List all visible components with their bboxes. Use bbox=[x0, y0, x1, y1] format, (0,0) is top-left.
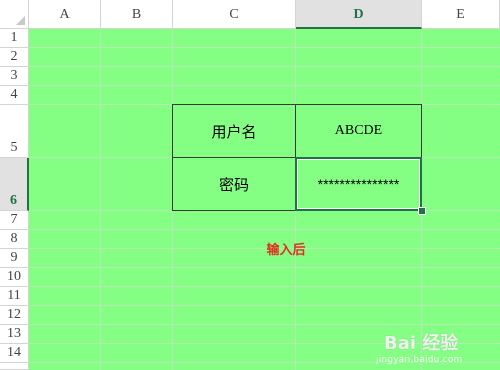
cell-c6-password-label[interactable]: 密码 bbox=[172, 157, 296, 211]
grid-line bbox=[29, 229, 500, 230]
cell-d6-password-value[interactable]: *************** bbox=[295, 157, 422, 211]
grid-line bbox=[100, 29, 101, 370]
row-header-13[interactable]: 13 bbox=[0, 325, 29, 344]
grid-line bbox=[29, 324, 500, 325]
annotation-note: 输入后 bbox=[266, 243, 306, 258]
select-all-triangle-icon bbox=[16, 16, 25, 25]
row-header-14[interactable]: 14 bbox=[0, 344, 29, 363]
watermark: Bai 经验 jingyan.baidu.com bbox=[376, 327, 494, 367]
row-header-5[interactable]: 5 bbox=[0, 105, 29, 158]
row-header-1[interactable]: 1 bbox=[0, 29, 29, 48]
row-header-8[interactable]: 8 bbox=[0, 230, 29, 249]
spreadsheet: A B C D E 1 2 3 4 5 6 7 8 9 10 11 12 13 … bbox=[0, 0, 500, 370]
fill-handle[interactable] bbox=[418, 207, 426, 215]
watermark-logo: Bai 经验 bbox=[384, 333, 459, 354]
watermark-url: jingyan.baidu.com bbox=[376, 355, 463, 365]
grid-line bbox=[29, 85, 500, 86]
grid-line bbox=[29, 286, 500, 287]
row-header-7[interactable]: 7 bbox=[0, 211, 29, 230]
grid-line bbox=[29, 267, 500, 268]
row-header-11[interactable]: 11 bbox=[0, 287, 29, 306]
row-header-12[interactable]: 12 bbox=[0, 306, 29, 325]
select-all-corner[interactable] bbox=[0, 0, 29, 29]
column-header-e[interactable]: E bbox=[422, 0, 500, 29]
row-header-9[interactable]: 9 bbox=[0, 249, 29, 268]
row-header-4[interactable]: 4 bbox=[0, 86, 29, 105]
column-header-a[interactable]: A bbox=[29, 0, 101, 29]
grid-line bbox=[29, 47, 500, 48]
column-header-c[interactable]: C bbox=[173, 0, 296, 29]
cell-d5-username-value[interactable]: ABCDE bbox=[295, 104, 422, 158]
row-header-2[interactable]: 2 bbox=[0, 48, 29, 67]
row-header-3[interactable]: 3 bbox=[0, 67, 29, 86]
column-header-b[interactable]: B bbox=[101, 0, 173, 29]
column-header-d[interactable]: D bbox=[296, 0, 422, 29]
grid-line bbox=[29, 66, 500, 67]
grid-line bbox=[29, 305, 500, 306]
row-header-15-partial[interactable] bbox=[0, 363, 29, 370]
row-header-6[interactable]: 6 bbox=[0, 158, 29, 211]
row-header-10[interactable]: 10 bbox=[0, 268, 29, 287]
cell-c5-username-label[interactable]: 用户名 bbox=[172, 104, 296, 158]
